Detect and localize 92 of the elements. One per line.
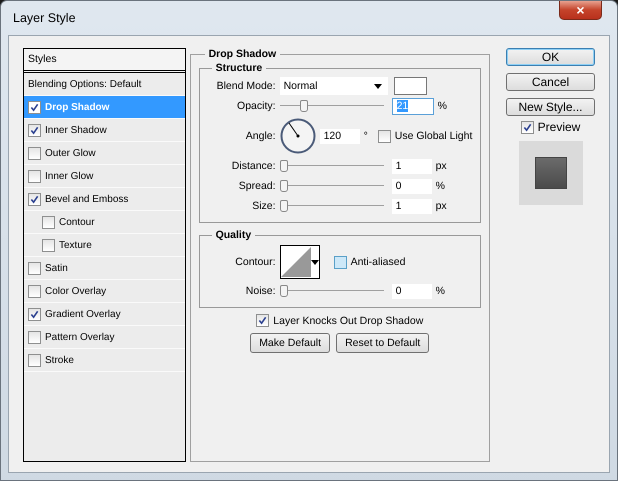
checkbox[interactable] bbox=[378, 130, 391, 142]
style-label: Bevel and Emboss bbox=[45, 194, 128, 204]
dialog-button[interactable]: OK bbox=[506, 48, 595, 66]
style-label: Texture bbox=[59, 240, 92, 250]
style-label: Blending Options: Default bbox=[28, 78, 142, 90]
style-label: Stroke bbox=[45, 354, 74, 366]
color-swatch[interactable] bbox=[394, 77, 427, 95]
number-field[interactable]: 1 bbox=[392, 198, 432, 214]
number-field[interactable]: 0 bbox=[392, 178, 432, 194]
field-value: 21 bbox=[396, 100, 408, 112]
checkbox[interactable] bbox=[28, 262, 41, 274]
checkbox[interactable] bbox=[28, 308, 41, 320]
unit-label: % bbox=[438, 100, 447, 112]
style-label: Contour bbox=[59, 216, 95, 228]
slider-thumb[interactable] bbox=[280, 180, 288, 192]
style-label: Gradient Overlay bbox=[45, 308, 121, 320]
field-value: 0 bbox=[396, 180, 402, 192]
checkbox[interactable] bbox=[28, 100, 41, 114]
field-value: 1 bbox=[396, 200, 402, 212]
angle-dial[interactable] bbox=[280, 118, 316, 154]
field-label: Blend Mode: bbox=[216, 80, 276, 92]
field-value: 1 bbox=[396, 160, 402, 172]
style-list-item[interactable]: Gradient Overlay bbox=[24, 303, 185, 326]
field-label: Angle: bbox=[244, 130, 276, 142]
field-label: Noise: bbox=[244, 285, 276, 297]
slider-thumb[interactable] bbox=[280, 285, 288, 297]
style-list-item[interactable]: Color Overlay bbox=[24, 280, 185, 303]
section-title: Drop Shadow bbox=[208, 48, 278, 60]
window-title: Layer Style bbox=[13, 11, 76, 25]
checkbox[interactable] bbox=[28, 170, 41, 182]
caret-icon bbox=[310, 260, 319, 264]
checkbox[interactable] bbox=[28, 124, 41, 136]
checkbox[interactable] bbox=[334, 256, 347, 268]
checkbox-label: Preview bbox=[538, 120, 580, 134]
style-list-item[interactable]: Contour bbox=[24, 211, 185, 234]
contour-curve-icon bbox=[280, 247, 311, 277]
style-list-item[interactable]: Bevel and Emboss bbox=[24, 188, 185, 211]
number-field[interactable]: 0 bbox=[392, 284, 432, 298]
group-title: Quality bbox=[214, 229, 252, 241]
style-list-item[interactable]: Texture bbox=[24, 234, 185, 257]
checkbox[interactable] bbox=[256, 314, 270, 327]
unit-label: % bbox=[436, 180, 445, 192]
close-button[interactable]: × bbox=[559, 1, 602, 20]
group-title: Structure bbox=[214, 62, 264, 74]
field-label: Size: bbox=[251, 200, 276, 212]
degree-label: ° bbox=[364, 130, 368, 142]
checkbox[interactable] bbox=[28, 284, 41, 298]
contour-picker[interactable] bbox=[280, 245, 320, 279]
caret-icon bbox=[374, 84, 382, 88]
checkbox[interactable] bbox=[28, 354, 41, 366]
checkbox-label: Layer Knocks Out Drop Shadow bbox=[273, 314, 424, 326]
unit-label: % bbox=[436, 285, 445, 297]
style-label: Satin bbox=[45, 262, 68, 274]
default-button[interactable]: Reset to Default bbox=[336, 333, 430, 353]
field-value: 0 bbox=[396, 285, 402, 297]
style-label: Inner Glow bbox=[45, 170, 94, 182]
unit-label: px bbox=[436, 200, 447, 212]
checkbox[interactable] bbox=[42, 216, 55, 228]
style-label: Inner Shadow bbox=[45, 124, 107, 136]
style-list-item[interactable]: Satin bbox=[24, 257, 185, 280]
number-field[interactable]: 1 bbox=[392, 158, 432, 174]
angle-field[interactable]: 120 bbox=[320, 128, 360, 144]
dialog-button[interactable]: Cancel bbox=[506, 73, 595, 91]
checkbox[interactable] bbox=[520, 120, 534, 134]
preview-square bbox=[534, 157, 566, 189]
list-header: Styles bbox=[24, 49, 185, 73]
checkbox[interactable] bbox=[28, 146, 41, 160]
dialog-button[interactable]: New Style... bbox=[506, 98, 595, 116]
field-label: Distance: bbox=[230, 160, 276, 172]
checkbox-label: Use Global Light bbox=[394, 130, 472, 142]
style-label: Pattern Overlay bbox=[45, 332, 114, 342]
field-label: Opacity: bbox=[236, 100, 276, 112]
style-list-item[interactable]: Pattern Overlay bbox=[24, 326, 185, 349]
style-label: Color Overlay bbox=[45, 286, 106, 296]
field-label: Spread: bbox=[238, 180, 276, 192]
slider-thumb[interactable] bbox=[300, 100, 308, 112]
style-list-item[interactable]: Inner Shadow bbox=[24, 119, 185, 142]
slider-thumb[interactable] bbox=[280, 160, 288, 172]
checkbox[interactable] bbox=[28, 330, 41, 344]
unit-label: px bbox=[436, 160, 447, 172]
style-label: Outer Glow bbox=[45, 148, 96, 158]
checkbox[interactable] bbox=[42, 238, 55, 252]
default-button[interactable]: Make Default bbox=[250, 333, 330, 353]
style-label: Drop Shadow bbox=[45, 102, 110, 112]
blend-mode-dropdown[interactable]: Normal bbox=[280, 77, 388, 95]
slider-thumb[interactable] bbox=[280, 200, 288, 212]
checkbox-label: Anti-aliased bbox=[350, 256, 406, 268]
field-label: Contour: bbox=[234, 256, 276, 268]
style-list-item[interactable]: Outer Glow bbox=[24, 142, 185, 165]
style-list-item[interactable]: Inner Glow bbox=[24, 165, 185, 188]
style-list-item[interactable]: Stroke bbox=[24, 349, 185, 372]
checkbox[interactable] bbox=[28, 192, 41, 206]
